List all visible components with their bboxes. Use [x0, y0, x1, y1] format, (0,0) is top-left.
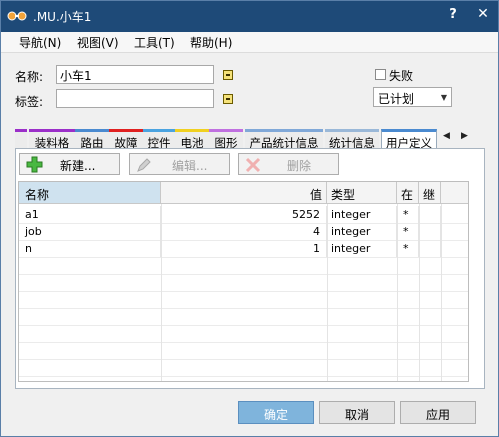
- column-header-in[interactable]: 在: [397, 182, 419, 204]
- table-cell-inherit[interactable]: [419, 206, 441, 223]
- tab-failures[interactable]: 故障: [109, 129, 143, 150]
- table-cell-value[interactable]: 4: [161, 223, 327, 240]
- column-divider: [327, 204, 328, 381]
- table-cell-inherit[interactable]: [419, 240, 441, 257]
- row-divider: [19, 342, 468, 343]
- cancel-button[interactable]: 取消: [319, 401, 395, 424]
- tab-strip: 装料格 路由 故障 控件 电池 图形 产品统计信息 统计信息 用户定义 ◀ ▶: [15, 129, 485, 150]
- column-header-filler: [441, 182, 468, 204]
- row-divider: [19, 376, 468, 377]
- column-divider: [441, 204, 442, 381]
- table-cell-type[interactable]: integer: [327, 240, 397, 257]
- table-cell-name[interactable]: a1: [19, 206, 161, 223]
- tab-routing[interactable]: 路由: [75, 129, 109, 150]
- add-icon: [26, 156, 43, 173]
- label-field[interactable]: [56, 89, 214, 108]
- table-cell-name[interactable]: job: [19, 223, 161, 240]
- tab-battery[interactable]: 电池: [175, 129, 209, 150]
- attributes-table: 名称 值 类型 在 继 a1 5252 integer * job 4 inte…: [18, 181, 469, 382]
- column-header-name[interactable]: 名称: [19, 182, 161, 204]
- row-divider: [19, 291, 468, 292]
- menu-view[interactable]: 视图(V): [77, 34, 119, 51]
- label-label: 标签:: [15, 95, 44, 109]
- table-cell-in[interactable]: *: [397, 206, 419, 223]
- column-divider: [161, 204, 162, 381]
- tab-overflow-left[interactable]: [15, 129, 27, 148]
- menu-bar: 导航(N) 视图(V) 工具(T) 帮助(H): [1, 32, 498, 53]
- app-icon: [7, 11, 27, 21]
- tab-controls[interactable]: 控件: [143, 129, 175, 150]
- name-label: 名称:: [15, 70, 44, 84]
- name-field[interactable]: 小车1: [56, 65, 214, 84]
- pencil-icon: [137, 158, 151, 172]
- table-cell-in[interactable]: *: [397, 240, 419, 257]
- table-cell-value[interactable]: 5252: [161, 206, 327, 223]
- table-cell-in[interactable]: *: [397, 223, 419, 240]
- failed-checkbox[interactable]: [375, 69, 386, 80]
- chevron-down-icon: ▼: [440, 93, 447, 102]
- tab-graphics[interactable]: 图形: [209, 129, 243, 150]
- dialog-window: .MU.小车1 ? ✕ 导航(N) 视图(V) 工具(T) 帮助(H) 名称: …: [0, 0, 499, 437]
- title-bar: .MU.小车1 ? ✕: [1, 1, 498, 32]
- menu-help[interactable]: 帮助(H): [190, 34, 232, 51]
- tab-loading-bay[interactable]: 装料格: [29, 129, 75, 150]
- column-divider: [419, 204, 420, 381]
- status-dropdown[interactable]: 已计划 ▼: [373, 87, 452, 107]
- delete-icon: [245, 157, 261, 173]
- edit-button-label: 编辑...: [172, 159, 208, 173]
- new-button-label: 新建...: [60, 159, 96, 173]
- help-button[interactable]: ?: [445, 7, 461, 25]
- delete-button[interactable]: 删除: [238, 153, 339, 175]
- chevron-right-icon[interactable]: ▶: [461, 131, 468, 141]
- edit-button[interactable]: 编辑...: [129, 153, 230, 175]
- column-divider: [397, 204, 398, 381]
- failed-label: 失败: [389, 69, 414, 83]
- apply-button[interactable]: 应用: [400, 401, 476, 424]
- tab-user-defined[interactable]: 用户定义: [381, 129, 437, 150]
- status-value: 已计划: [378, 92, 415, 106]
- table-cell-value[interactable]: 1: [161, 240, 327, 257]
- column-header-inherit[interactable]: 继: [419, 182, 441, 204]
- label-edit-icon[interactable]: [223, 94, 233, 104]
- table-cell-type[interactable]: integer: [327, 206, 397, 223]
- menu-navigate[interactable]: 导航(N): [19, 34, 61, 51]
- column-header-value[interactable]: 值: [161, 182, 327, 204]
- ok-button[interactable]: 确定: [238, 401, 314, 424]
- tab-statistics[interactable]: 统计信息: [325, 129, 379, 150]
- row-divider: [19, 325, 468, 326]
- column-header-type[interactable]: 类型: [327, 182, 397, 204]
- close-button[interactable]: ✕: [475, 6, 491, 24]
- row-divider: [19, 308, 468, 309]
- row-divider: [19, 257, 468, 258]
- row-divider: [19, 359, 468, 360]
- tab-product-statistics[interactable]: 产品统计信息: [245, 129, 323, 150]
- table-cell-type[interactable]: integer: [327, 223, 397, 240]
- new-button[interactable]: 新建...: [19, 153, 120, 175]
- chevron-left-icon[interactable]: ◀: [443, 131, 450, 141]
- window-title: .MU.小车1: [33, 10, 92, 24]
- delete-button-label: 删除: [287, 159, 312, 173]
- row-divider: [19, 274, 468, 275]
- table-cell-inherit[interactable]: [419, 223, 441, 240]
- menu-tools[interactable]: 工具(T): [134, 34, 175, 51]
- name-edit-icon[interactable]: [223, 70, 233, 80]
- table-cell-name[interactable]: n: [19, 240, 161, 257]
